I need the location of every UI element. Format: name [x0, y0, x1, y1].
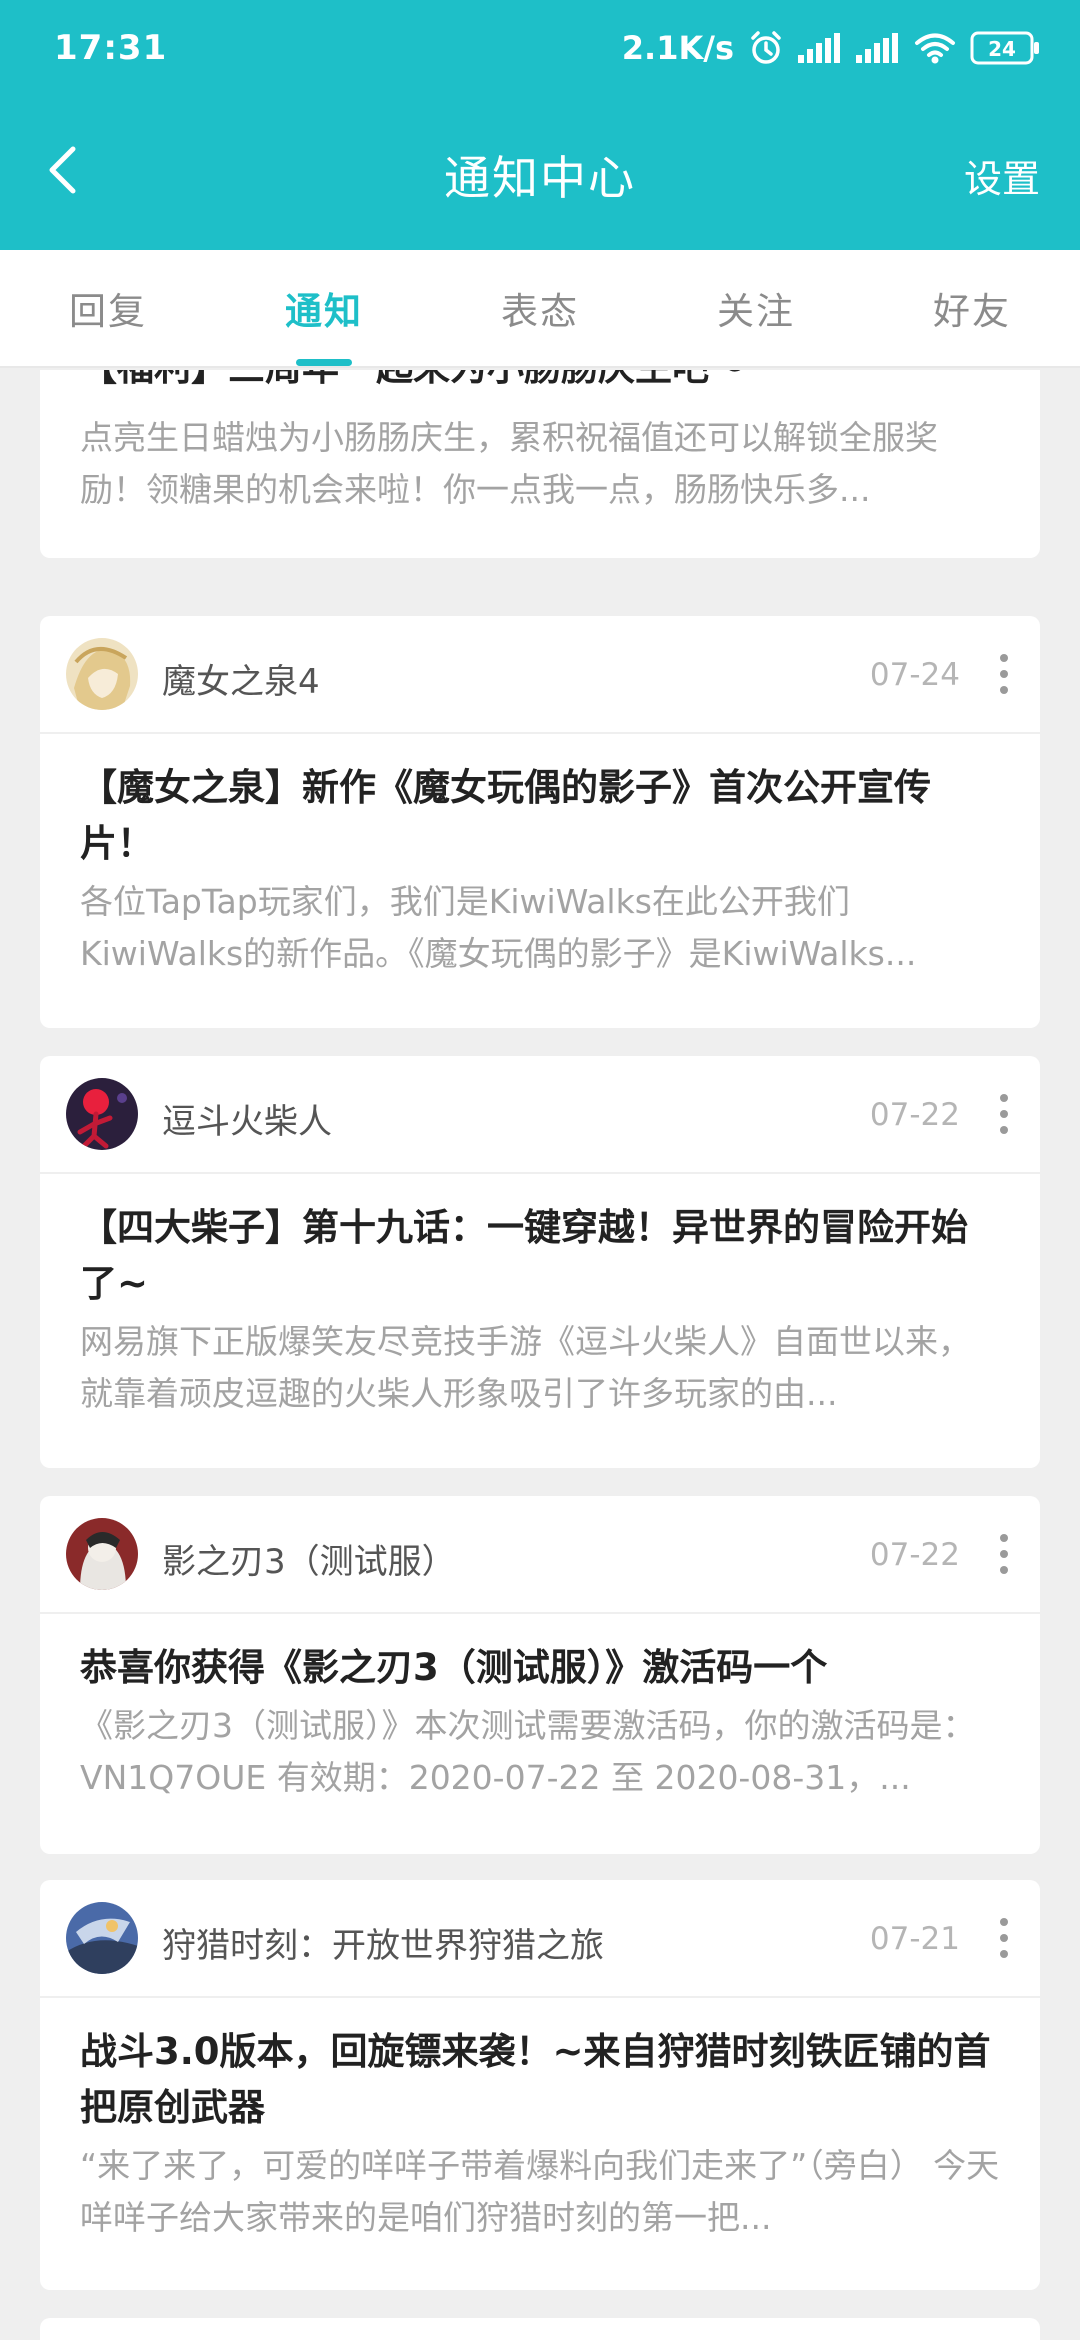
alarm-icon [751, 31, 781, 64]
avatar-image [66, 1518, 138, 1590]
tab-notifications[interactable]: 通知 [216, 250, 432, 366]
tab-label: 好友 [933, 290, 1011, 333]
notification-summary: 各位TapTap玩家们，我们是KiwiWalks在此公开我们KiwiWalks的… [80, 882, 917, 973]
notification-summary: 《影之刃3（测试服）》本次测试需要激活码，你的激活码是：VN1Q7OUE 有效期… [80, 1706, 976, 1797]
avatar-image [66, 1902, 138, 1974]
avatar[interactable] [66, 638, 138, 710]
network-speed: 2.1K/s [621, 29, 734, 67]
notification-date: 07-22 [869, 1097, 960, 1133]
card-header: 魔女之泉4 07-24 [40, 616, 1040, 734]
page-title: 通知中心 [444, 151, 636, 205]
tab-friends[interactable]: 好友 [864, 250, 1080, 366]
more-options-icon[interactable] [992, 654, 1016, 694]
notification-card[interactable]: 魔女之泉4 07-24 【魔女之泉】新作《魔女玩偶的影子》首次公开宣传片！ 各位… [40, 616, 1040, 1028]
battery-level: 24 [988, 37, 1016, 61]
tab-following[interactable]: 关注 [648, 250, 864, 366]
notification-title: 【福利】三周年一起来为小肠肠庆生吧～ [80, 370, 1000, 396]
notification-date: 07-22 [869, 1537, 960, 1573]
tab-label: 表态 [501, 290, 579, 333]
tab-label: 通知 [285, 290, 363, 333]
signal-icon [798, 33, 840, 63]
notification-feed[interactable]: 【福利】三周年一起来为小肠肠庆生吧～ 点亮生日蜡烛为小肠肠庆生，累积祝福值还可以… [0, 370, 1080, 2340]
more-options-icon[interactable] [992, 1094, 1016, 1134]
settings-button[interactable]: 设置 [964, 148, 1040, 203]
notification-card[interactable]: 【福利】三周年一起来为小肠肠庆生吧～ 点亮生日蜡烛为小肠肠庆生，累积祝福值还可以… [40, 370, 1040, 558]
tab-replies[interactable]: 回复 [0, 250, 216, 366]
tab-bar: 回复 通知 表态 关注 好友 [0, 250, 1080, 368]
card-header: 狩猎时刻：开放世界狩猎之旅 07-21 [40, 1880, 1040, 1998]
title-bar: 通知中心 设置 [0, 96, 1080, 250]
avatar[interactable] [66, 1518, 138, 1590]
signal-icon [856, 33, 898, 63]
notification-title: 战斗3.0版本，回旋镖来袭！~来自狩猎时刻铁匠铺的首把原创武器 [80, 2030, 991, 2129]
author-name: 影之刃3（测试服） [162, 1542, 456, 1582]
notification-summary: 点亮生日蜡烛为小肠肠庆生，累积祝福值还可以解锁全服奖励！领糖果的机会来啦！你一点… [80, 418, 938, 509]
tab-label: 回复 [69, 290, 147, 333]
notification-date: 07-24 [869, 657, 960, 693]
battery-icon: 24 [970, 31, 1039, 65]
status-time: 17:31 [54, 28, 168, 68]
notification-card[interactable]: 狩猎时刻：开放世界狩猎之旅 07-21 战斗3.0版本，回旋镖来袭！~来自狩猎时… [40, 1880, 1040, 2290]
notification-card[interactable]: 逗斗火柴人 07-22 【四大柴子】第十九话：一键穿越！异世界的冒险开始了~ 网… [40, 1056, 1040, 1468]
card-header: 影之刃3（测试服） 07-22 [40, 1496, 1040, 1614]
notification-summary: 网易旗下正版爆笑友尽竞技手游《逗斗火柴人》自面世以来，就靠着顽皮逗趣的火柴人形象… [80, 1322, 971, 1413]
notification-date: 07-21 [869, 1921, 960, 1957]
app-header: 17:31 2.1K/s 24 通知中心 设置 [0, 0, 1080, 250]
tab-reactions[interactable]: 表态 [432, 250, 648, 366]
tab-label: 关注 [717, 290, 795, 333]
notification-title: 【魔女之泉】新作《魔女玩偶的影子》首次公开宣传片！ [80, 766, 931, 865]
notification-card[interactable]: 影之刃3（测试服） 07-22 恭喜你获得《影之刃3（测试服）》激活码一个 《影… [40, 1496, 1040, 1854]
author-name: 逗斗火柴人 [162, 1102, 332, 1142]
status-bar: 17:31 2.1K/s 24 [0, 0, 1080, 96]
status-icons: 2.1K/s 24 [622, 26, 1040, 70]
author-name: 狩猎时刻：开放世界狩猎之旅 [162, 1926, 604, 1966]
author-name: 魔女之泉4 [162, 662, 320, 702]
card-header: 逗斗火柴人 07-22 [40, 1056, 1040, 1174]
more-options-icon[interactable] [992, 1534, 1016, 1574]
more-options-icon[interactable] [992, 1918, 1016, 1958]
notification-title: 【四大柴子】第十九话：一键穿越！异世界的冒险开始了~ [80, 1206, 968, 1305]
avatar[interactable] [66, 1902, 138, 1974]
notification-card[interactable] [40, 2318, 1040, 2340]
wifi-icon [915, 33, 955, 64]
notification-title: 恭喜你获得《影之刃3（测试服）》激活码一个 [80, 1646, 828, 1689]
avatar-image [66, 1078, 138, 1150]
notification-summary: “来了来了，可爱的咩咩子带着爆料向我们走来了”（旁白） 今天咩咩子给大家带来的是… [80, 2146, 1000, 2237]
avatar[interactable] [66, 1078, 138, 1150]
active-tab-indicator [296, 359, 352, 366]
avatar-image [66, 638, 138, 710]
